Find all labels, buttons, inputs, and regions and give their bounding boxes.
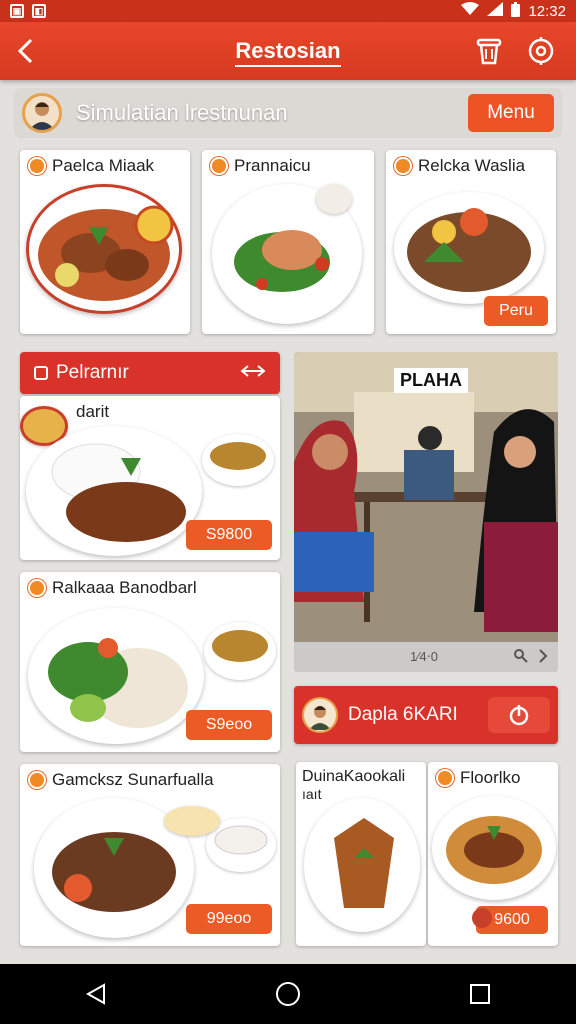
price-button[interactable]: Peru [484,296,548,326]
notification-icon: ▣ [10,4,24,18]
checkbox-icon[interactable] [34,366,48,380]
card-title: darit [76,402,110,421]
card-title: DuinaKaookali [302,768,406,785]
card-subtitle: ıaıt [302,786,322,802]
dish-badge-icon [28,579,46,597]
logo-icon [472,908,492,928]
food-card[interactable]: DuinaKaookali ıaıt [296,762,426,946]
avatar [302,697,338,733]
section-header[interactable]: Pelrarnır [20,352,280,394]
card-title: Prannaicu [234,156,311,175]
food-card[interactable]: darit S9800 [20,396,280,560]
dish-badge-icon [436,769,454,787]
section-header-title: Pelrarnır [56,362,129,383]
section-header[interactable]: Dapla 6KARI [294,686,558,744]
back-icon[interactable] [76,974,116,1014]
wifi-icon [461,2,480,20]
food-card[interactable]: Gamcksz Sunarfualla 99eoo [20,764,280,946]
sauce-bowl-image [164,806,220,836]
swap-icon[interactable] [240,363,266,384]
dish-badge-icon [28,771,46,789]
recents-icon[interactable] [460,974,500,1014]
dish-image [304,798,420,932]
card-title: Relcka Waslia [418,156,526,175]
power-icon [509,705,529,726]
card-title: Ralkaaa Banodbarl [52,578,197,597]
battery-icon [511,1,521,21]
status-bar: ▣ ◧ 12:32 [0,0,576,22]
dish-image [432,796,556,900]
app-icon: ◧ [32,4,46,18]
signal-icon [487,2,504,20]
price-button[interactable]: 99eoo [186,904,272,934]
price-button[interactable]: S9eoo [186,710,272,740]
side-dish-image [204,622,276,680]
navigation-bar [0,964,576,1024]
dish-image [394,192,544,304]
food-card[interactable]: Floorlko 9600 [428,762,558,946]
search-icon[interactable] [514,648,528,666]
subheader: Simulatian lrestnunan Menu [14,88,562,138]
app-bar: Restosian [0,22,576,80]
card-title: Floorlko [460,768,521,787]
restaurant-scene-image [294,352,558,642]
photo-caption: 1⁄4⋅0 [410,649,438,664]
home-icon[interactable] [268,974,308,1014]
app-title: Restosian [235,38,341,67]
settings-icon[interactable] [526,36,556,66]
side-dish-image [316,184,352,214]
dish-badge-icon [394,157,412,175]
dish-badge-icon [28,157,46,175]
dish-image [26,184,182,314]
dish-badge-icon [210,157,228,175]
food-card[interactable]: Prannaicu [202,150,374,334]
food-card[interactable]: Relcka Waslia Peru [386,150,556,334]
card-title: Paelca Miaak [52,156,155,175]
card-title: Gamcksz Sunarfualla [52,770,214,789]
food-card[interactable]: Paelca Miaak [20,150,190,334]
restaurant-photo[interactable]: PLAHA 1⁄4⋅0 [294,352,558,672]
toggle-button[interactable] [488,697,550,733]
chevron-right-icon[interactable] [538,648,548,666]
back-arrow-icon[interactable] [0,22,50,80]
dish-image [28,608,204,744]
price-button[interactable]: S9800 [186,520,272,550]
section-header-title: Dapla 6KARI [348,704,458,725]
trash-icon[interactable] [474,36,504,66]
avatar [22,93,62,133]
restaurant-sign: PLAHA [394,368,468,393]
status-time: 12:32 [528,2,566,20]
side-dish-image [202,434,274,486]
subheader-title: Simulatian lrestnunan [76,100,288,125]
dish-image [26,426,202,556]
menu-button[interactable]: Menu [468,94,554,132]
food-card[interactable]: Ralkaaa Banodbarl S9eoo [20,572,280,752]
